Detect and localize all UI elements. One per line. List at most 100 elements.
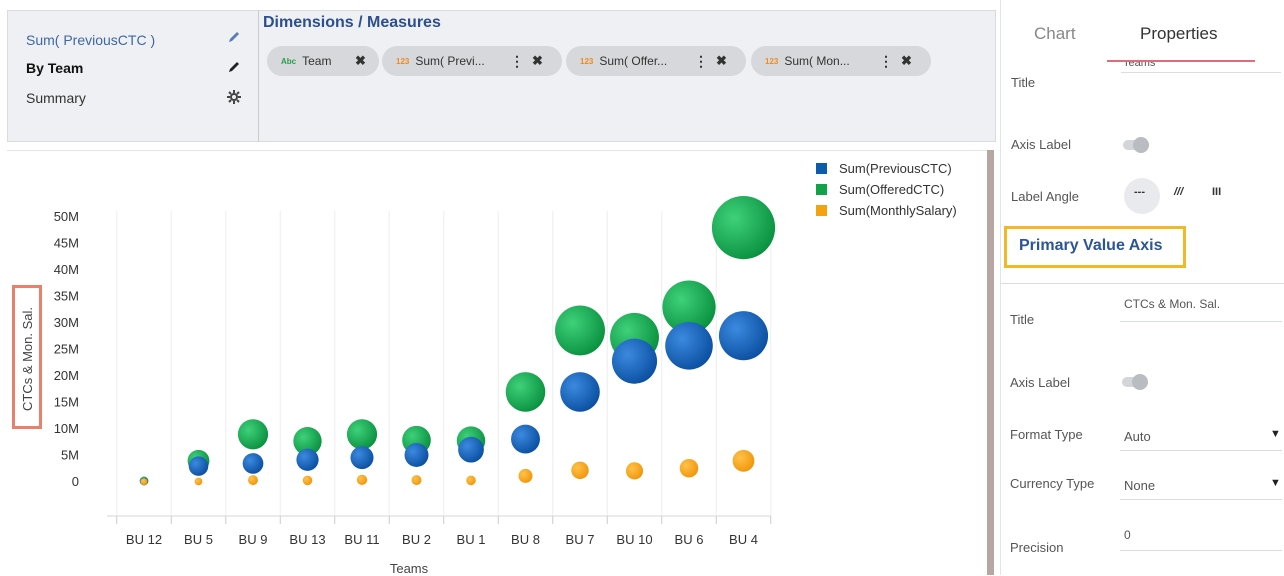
summary-item-measure[interactable]: Sum( PreviousCTC ): [26, 32, 155, 48]
precision-underline: [1120, 550, 1282, 551]
x-tick-label: BU 7: [566, 532, 595, 547]
pill-monthly[interactable]: 123 Sum( Mon... ⋮ ✖: [751, 46, 931, 76]
y-tick-label: 35M: [54, 289, 79, 304]
remove-icon[interactable]: ✖: [716, 53, 727, 69]
pva-axis-label-toggle[interactable]: [1122, 374, 1148, 390]
tab-chart[interactable]: Chart: [1034, 24, 1076, 44]
y-tick-label: 0: [72, 474, 79, 489]
pencil-icon[interactable]: [226, 59, 242, 78]
x-tick-label: BU 5: [184, 532, 213, 547]
x-tick-label: BU 8: [511, 532, 540, 547]
pva-title-label: Title: [1010, 312, 1035, 327]
x-tick-label: BU 1: [457, 532, 486, 547]
bubble-monthly-salary[interactable]: [302, 475, 313, 486]
y-tick-label: 5M: [61, 448, 79, 463]
pill-label: Team: [302, 54, 332, 68]
bubble-previous-ctc[interactable]: [718, 311, 769, 361]
bubble-monthly-salary[interactable]: [356, 474, 368, 486]
summary-item-group[interactable]: By Team: [26, 60, 83, 76]
legend-swatch: [816, 184, 827, 195]
x-tick-label: BU 11: [344, 532, 379, 547]
bubble-offered-ctc[interactable]: [346, 419, 378, 450]
gear-icon[interactable]: [226, 89, 242, 108]
bubble-monthly-salary[interactable]: [571, 461, 589, 480]
bubble-previous-ctc[interactable]: [350, 446, 374, 470]
x-title-value[interactable]: Teams: [1123, 62, 1155, 68]
remove-icon[interactable]: ✖: [901, 53, 912, 69]
legend-label[interactable]: Sum(PreviousCTC): [839, 161, 952, 176]
x-tick-label: BU 9: [239, 532, 268, 547]
bubble-previous-ctc[interactable]: [511, 424, 540, 454]
angle-diagonal-icon[interactable]: ///: [1174, 186, 1183, 198]
chevron-down-icon[interactable]: ▼: [1270, 477, 1281, 489]
precision-input[interactable]: 0: [1124, 528, 1131, 542]
bubble-previous-ctc[interactable]: [560, 372, 600, 412]
bubble-previous-ctc[interactable]: [242, 453, 264, 474]
bubble-previous-ctc[interactable]: [458, 436, 484, 463]
y-tick-label: 20M: [54, 368, 79, 383]
bubble-previous-ctc[interactable]: [296, 448, 319, 471]
bubble-previous-ctc[interactable]: [665, 321, 713, 370]
pill-label: Sum( Mon...: [784, 54, 850, 68]
bubble-offered-ctc[interactable]: [555, 305, 605, 356]
remove-icon[interactable]: ✖: [532, 53, 543, 69]
bubble-monthly-salary[interactable]: [625, 462, 644, 480]
bubble-monthly-salary[interactable]: [732, 449, 755, 472]
x-tick-label: BU 6: [675, 532, 704, 547]
y-tick-label: 30M: [54, 315, 79, 330]
x-tick-label: BU 2: [402, 532, 431, 547]
bubble-previous-ctc[interactable]: [404, 442, 429, 467]
bubble-offered-ctc[interactable]: [505, 372, 546, 412]
pill-previous[interactable]: 123 Sum( Previ... ⋮ ✖: [382, 46, 562, 76]
bubble-monthly-salary[interactable]: [679, 458, 699, 478]
x-tick-label: BU 13: [289, 532, 325, 547]
format-type-underline: [1120, 450, 1282, 451]
y-tick-label: 15M: [54, 395, 79, 410]
bubble-offered-ctc[interactable]: [711, 196, 776, 260]
bubble-previous-ctc[interactable]: [611, 338, 658, 384]
x-axis-label-toggle[interactable]: [1123, 137, 1149, 153]
pencil-icon[interactable]: [226, 29, 242, 48]
precision-label: Precision: [1010, 540, 1064, 555]
angle-horizontal-icon[interactable]: ---: [1134, 186, 1145, 198]
summary-item-summary[interactable]: Summary: [26, 90, 86, 106]
primary-value-axis-section[interactable]: Primary Value Axis: [1004, 226, 1186, 268]
bubble-monthly-salary[interactable]: [411, 475, 422, 486]
kebab-menu-icon[interactable]: ⋮: [694, 53, 708, 70]
y-tick-label: 10M: [54, 421, 79, 436]
chart-summary-panel: Sum( PreviousCTC ) By Team Summary: [7, 10, 258, 142]
vertical-scrollbar[interactable]: [987, 150, 994, 575]
bubble-monthly-salary[interactable]: [140, 478, 148, 486]
pva-title-value[interactable]: CTCs & Mon. Sal.: [1124, 297, 1220, 311]
x-axis-label-label: Axis Label: [1011, 137, 1071, 152]
x-tick-label: BU 4: [729, 532, 758, 547]
pva-title-underline: [1120, 321, 1282, 322]
chevron-down-icon[interactable]: ▼: [1270, 428, 1281, 440]
bubble-previous-ctc[interactable]: [188, 456, 209, 476]
pill-label: Sum( Previ...: [415, 54, 485, 68]
bubble-monthly-salary[interactable]: [466, 475, 476, 486]
bubble-monthly-salary[interactable]: [194, 477, 203, 486]
pill-team[interactable]: Abc Team ✖: [267, 46, 379, 76]
kebab-menu-icon[interactable]: ⋮: [510, 53, 524, 70]
pill-offered[interactable]: 123 Sum( Offer... ⋮ ✖: [566, 46, 746, 76]
legend-swatch: [816, 205, 827, 216]
section-divider: [1000, 283, 1284, 284]
currency-type-select[interactable]: None: [1124, 478, 1155, 493]
bubble-monthly-salary[interactable]: [248, 475, 258, 486]
angle-vertical-icon[interactable]: III: [1212, 186, 1221, 198]
currency-type-underline: [1120, 499, 1282, 500]
remove-icon[interactable]: ✖: [355, 53, 366, 69]
legend-label[interactable]: Sum(MonthlySalary): [839, 203, 957, 218]
kebab-menu-icon[interactable]: ⋮: [879, 53, 893, 70]
format-type-select[interactable]: Auto: [1124, 429, 1151, 444]
bubble-monthly-salary[interactable]: [518, 468, 533, 483]
tab-properties[interactable]: Properties: [1140, 24, 1217, 44]
y-tick-label: 40M: [54, 262, 79, 277]
dimensions-title: Dimensions / Measures: [263, 14, 441, 31]
legend-label[interactable]: Sum(OfferedCTC): [839, 182, 944, 197]
bubble-offered-ctc[interactable]: [237, 419, 269, 450]
x-title-underline: [1121, 72, 1281, 73]
format-type-label: Format Type: [1010, 427, 1083, 442]
x-title-label: Title: [1011, 75, 1036, 90]
